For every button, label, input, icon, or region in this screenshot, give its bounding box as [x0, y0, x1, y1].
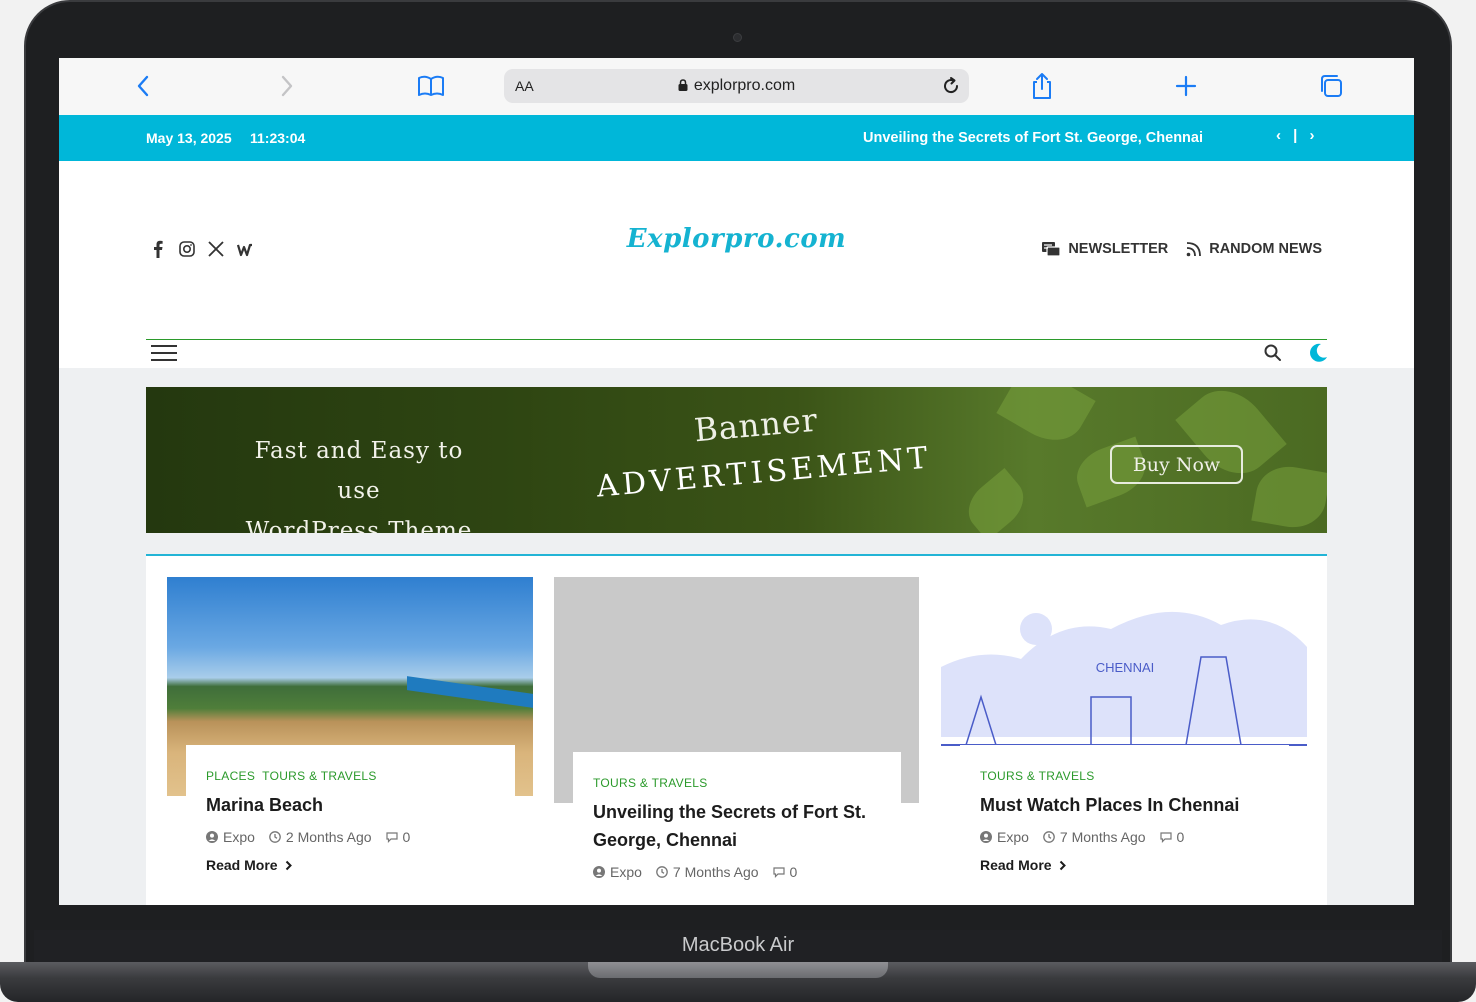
- post-author[interactable]: Expo: [206, 829, 255, 845]
- browser-toolbar: AA explorpro.com: [59, 58, 1414, 115]
- newsletter-icon: [1042, 242, 1061, 257]
- random-news-link[interactable]: RANDOM NEWS: [1186, 241, 1322, 257]
- laptop-notch: [588, 962, 888, 978]
- screen: AA explorpro.com May 13, 2025 11:23:04 U…: [59, 58, 1414, 905]
- ticker-prev-button[interactable]: ‹: [1276, 127, 1285, 144]
- post-comments[interactable]: 0: [385, 829, 410, 845]
- post-categories: TOURS & TRAVELS: [593, 776, 881, 790]
- user-icon: [206, 831, 218, 843]
- category-link[interactable]: PLACES: [206, 769, 255, 783]
- chevron-right-icon: [1059, 860, 1066, 870]
- post-card-2: TOURS & TRAVELS Unveiling the Secrets of…: [573, 752, 901, 905]
- new-tab-icon[interactable]: [1172, 72, 1200, 100]
- back-icon[interactable]: [129, 72, 157, 100]
- post-image-chennai-illustration[interactable]: CHENNAI: [941, 577, 1307, 766]
- url-display: explorpro.com: [504, 77, 969, 95]
- banner-tagline-line1: Fast and Easy to use: [254, 438, 464, 504]
- newsletter-label: NEWSLETTER: [1068, 241, 1169, 257]
- rss-icon: [1186, 242, 1202, 257]
- current-date: May 13, 2025: [146, 130, 232, 146]
- newsletter-link[interactable]: NEWSLETTER: [1041, 241, 1168, 257]
- banner-tagline: Fast and Easy to use WordPress Theme: [229, 431, 489, 533]
- dark-mode-moon-icon[interactable]: [1307, 342, 1329, 364]
- clock-icon: [269, 831, 281, 843]
- post-title[interactable]: Marina Beach: [206, 791, 495, 819]
- reload-icon[interactable]: [939, 74, 963, 98]
- comment-icon: [1159, 832, 1172, 843]
- banner-word: Banner: [692, 400, 820, 450]
- menu-hamburger-icon[interactable]: [151, 343, 177, 363]
- advertisement-banner[interactable]: Fast and Easy to use WordPress Theme Ban…: [146, 387, 1327, 533]
- category-link[interactable]: TOURS & TRAVELS: [980, 769, 1095, 783]
- post-author[interactable]: Expo: [980, 829, 1029, 845]
- ticker-next-button[interactable]: ›: [1310, 127, 1319, 144]
- comment-icon: [772, 867, 785, 878]
- address-bar[interactable]: AA explorpro.com: [504, 69, 969, 103]
- banner-tagline-line2: WordPress Theme: [245, 518, 473, 533]
- post-date: 7 Months Ago: [1043, 829, 1146, 845]
- ticker-controls: ‹ | ›: [1276, 127, 1319, 144]
- comment-icon: [385, 832, 398, 843]
- device-label: MacBook Air: [681, 934, 795, 956]
- category-link[interactable]: TOURS & TRAVELS: [262, 769, 377, 783]
- post-title[interactable]: Unveiling the Secrets of Fort St. George…: [593, 798, 881, 854]
- post-meta: Expo 2 Months Ago 0: [206, 829, 495, 845]
- advertisement-word: ADVERTISEMENT: [595, 440, 933, 505]
- post-meta: Expo 7 Months Ago 0: [980, 829, 1269, 845]
- post-categories: PLACES TOURS & TRAVELS: [206, 769, 495, 783]
- user-icon: [593, 866, 605, 878]
- post-meta: Expo 7 Months Ago 0: [593, 864, 881, 880]
- post-author[interactable]: Expo: [593, 864, 642, 880]
- clock-icon: [1043, 831, 1055, 843]
- post-title[interactable]: Must Watch Places In Chennai: [980, 791, 1269, 819]
- camera-dot: [733, 33, 742, 42]
- news-ticker[interactable]: Unveiling the Secrets of Fort St. George…: [863, 130, 1203, 146]
- top-info-bar: May 13, 2025 11:23:04 Unveiling the Secr…: [59, 115, 1414, 161]
- chennai-image-text: CHENNAI: [1096, 660, 1155, 675]
- nav-divider: [146, 339, 1327, 340]
- read-more-link[interactable]: Read More: [980, 857, 1269, 873]
- post-date: 2 Months Ago: [269, 829, 372, 845]
- user-icon: [980, 831, 992, 843]
- buy-now-button[interactable]: Buy Now: [1110, 445, 1243, 484]
- lock-icon: [678, 79, 688, 91]
- url-text: explorpro.com: [693, 77, 796, 94]
- read-more-link[interactable]: Read More: [206, 857, 495, 873]
- clock-icon: [656, 866, 668, 878]
- bookmarks-icon[interactable]: [417, 72, 445, 100]
- tabs-overview-icon[interactable]: [1317, 72, 1345, 100]
- post-categories: TOURS & TRAVELS: [980, 769, 1269, 783]
- forward-icon[interactable]: [273, 72, 301, 100]
- ticker-separator: |: [1293, 127, 1302, 144]
- chevron-right-icon: [285, 860, 292, 870]
- category-link[interactable]: TOURS & TRAVELS: [593, 776, 708, 790]
- post-date: 7 Months Ago: [656, 864, 759, 880]
- share-icon[interactable]: [1028, 72, 1056, 100]
- post-card-3: TOURS & TRAVELS Must Watch Places In Che…: [960, 745, 1289, 895]
- post-comments[interactable]: 0: [1159, 829, 1184, 845]
- random-news-label: RANDOM NEWS: [1209, 241, 1322, 257]
- post-comments[interactable]: 0: [772, 864, 797, 880]
- post-card-1: PLACES TOURS & TRAVELS Marina Beach Expo …: [186, 745, 515, 895]
- search-icon[interactable]: [1263, 343, 1283, 363]
- current-time: 11:23:04: [250, 130, 306, 146]
- header-links: NEWSLETTER RANDOM NEWS: [1041, 241, 1322, 257]
